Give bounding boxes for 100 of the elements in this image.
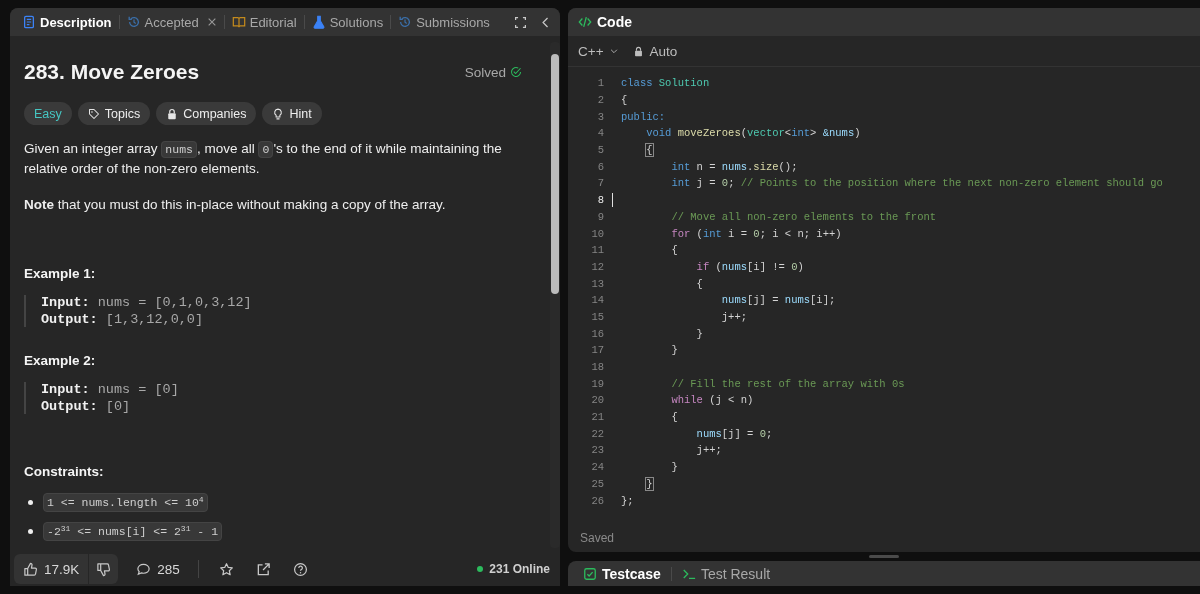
problem-title[interactable]: 283. Move Zeroes	[24, 60, 200, 84]
line-number: 9	[596, 210, 604, 223]
history-icon	[398, 15, 413, 29]
fullscreen-icon[interactable]	[514, 15, 527, 29]
book-icon	[231, 15, 246, 29]
line-number: 20	[590, 394, 604, 407]
language-dropdown[interactable]: C++	[578, 43, 619, 59]
topics-button[interactable]: Topics	[77, 102, 151, 125]
code-line[interactable]: {	[621, 94, 628, 107]
example-line: Input: nums = [0]	[41, 382, 180, 397]
thumbs-up-icon	[23, 561, 38, 577]
line-number: 23	[590, 444, 604, 457]
bullet-dot	[28, 500, 33, 505]
code-line[interactable]: }	[696, 327, 703, 340]
online-count: 231 Online	[489, 562, 550, 576]
line-number: 22	[590, 427, 604, 440]
code-line[interactable]: {	[696, 277, 703, 290]
line-number: 14	[590, 294, 604, 307]
code-line[interactable]: }	[671, 344, 678, 357]
scrollbar-thumb[interactable]	[551, 54, 559, 294]
text-cursor	[611, 193, 614, 208]
code-icon	[578, 15, 592, 29]
code-line[interactable]: // Fill the rest of the array with 0s	[671, 377, 905, 390]
example-line: Input: nums = [0,1,0,3,12]	[41, 295, 253, 310]
code-line[interactable]: void moveZeroes(vector<int> &nums)	[646, 127, 861, 140]
line-number: 24	[590, 461, 604, 474]
line-number: 17	[590, 344, 604, 357]
help-icon[interactable]	[292, 561, 308, 577]
line-number: 18	[590, 361, 604, 374]
doc-icon	[22, 15, 36, 29]
online-dot	[477, 566, 484, 572]
history-icon	[126, 15, 141, 29]
code-line[interactable]: public:	[621, 110, 666, 123]
code-line[interactable]: if (nums[i] != 0)	[696, 260, 804, 273]
code-line[interactable]: nums[j] = nums[i];	[721, 294, 836, 307]
code-line[interactable]: {	[671, 244, 678, 257]
code-line[interactable]: class Solution	[621, 77, 710, 90]
tab[interactable]: Submissions	[396, 14, 492, 30]
line-number: 3	[596, 110, 604, 123]
constraint-text: 1 <= nums.length <= 10$^{4}$	[43, 493, 208, 512]
line-number: 2	[596, 94, 604, 107]
difficulty-badge: Easy	[24, 102, 72, 125]
code-line[interactable]: // Move all non-zero elements to the front	[671, 210, 937, 223]
code-line[interactable]: {	[646, 144, 653, 157]
example-heading: Example 2:	[24, 353, 97, 368]
code-line[interactable]: int n = nums.size();	[671, 160, 798, 173]
line-number: 19	[590, 377, 604, 390]
comment-icon	[136, 561, 152, 577]
code-line[interactable]: for (int i = 0; i < n; i++)	[671, 227, 842, 240]
code-line[interactable]: {	[671, 411, 678, 424]
scrollbar[interactable]	[550, 42, 560, 548]
checkbox-icon	[583, 566, 597, 581]
code-line[interactable]: }	[671, 461, 678, 474]
code-line[interactable]: while (j < n)	[671, 394, 754, 407]
line-number: 4	[596, 127, 604, 140]
lightbulb-icon	[272, 107, 285, 120]
tab[interactable]: Editorial	[229, 14, 299, 30]
code-line[interactable]: }	[646, 477, 653, 490]
companies-button[interactable]: Companies	[156, 102, 257, 125]
like-button[interactable]: 17.9K	[14, 554, 89, 584]
line-number: 1	[596, 77, 604, 90]
code-line[interactable]: j++;	[721, 310, 747, 323]
line-number: 11	[590, 244, 604, 257]
constraint-text: -2$^{31}$ <= nums[i] <= 2$^{31}$ - 1	[43, 522, 223, 541]
tab[interactable]: Accepted	[124, 14, 219, 30]
line-number: 12	[590, 260, 604, 273]
line-number: 13	[590, 277, 604, 290]
share-icon[interactable]	[255, 561, 271, 577]
line-number: 7	[596, 177, 604, 190]
solved-status: Solved	[464, 64, 506, 80]
line-number: 6	[596, 160, 604, 173]
tab[interactable]: Test Result	[678, 565, 774, 582]
code-line[interactable]: nums[j] = 0;	[696, 427, 773, 440]
resize-handle[interactable]	[869, 555, 899, 558]
description-text: Note that you must do this in-place without making a copy of the array.	[24, 196, 447, 214]
line-number: 21	[590, 411, 604, 424]
lock-icon	[166, 107, 179, 120]
code-line[interactable]: };	[621, 494, 634, 507]
tab[interactable]: Solutions	[309, 14, 386, 30]
line-number: 15	[590, 310, 604, 323]
example-heading: Example 1:	[24, 266, 97, 281]
tag-icon	[87, 107, 100, 120]
hint-button[interactable]: Hint	[262, 102, 322, 125]
thumbs-down-icon	[96, 561, 112, 577]
bullet-dot	[28, 529, 33, 534]
check-circle-icon	[510, 66, 522, 78]
close-icon[interactable]	[206, 17, 217, 27]
star-icon[interactable]	[218, 561, 234, 577]
line-number: 8	[596, 194, 604, 207]
lock-icon	[632, 45, 644, 57]
line-number: 5	[596, 144, 604, 157]
save-status: Saved	[580, 531, 615, 545]
panel-title: Code	[597, 14, 632, 30]
code-line[interactable]: j++;	[696, 444, 722, 457]
comments-button[interactable]: 285	[130, 561, 186, 577]
tab[interactable]: Description	[20, 14, 114, 30]
example-line: Output: [1,3,12,0,0]	[41, 312, 205, 327]
tab[interactable]: Testcase	[580, 565, 664, 582]
chevron-down-icon	[608, 46, 619, 56]
code-line[interactable]: int j = 0; // Points to the position where the next non-zero element should go	[671, 177, 1163, 190]
